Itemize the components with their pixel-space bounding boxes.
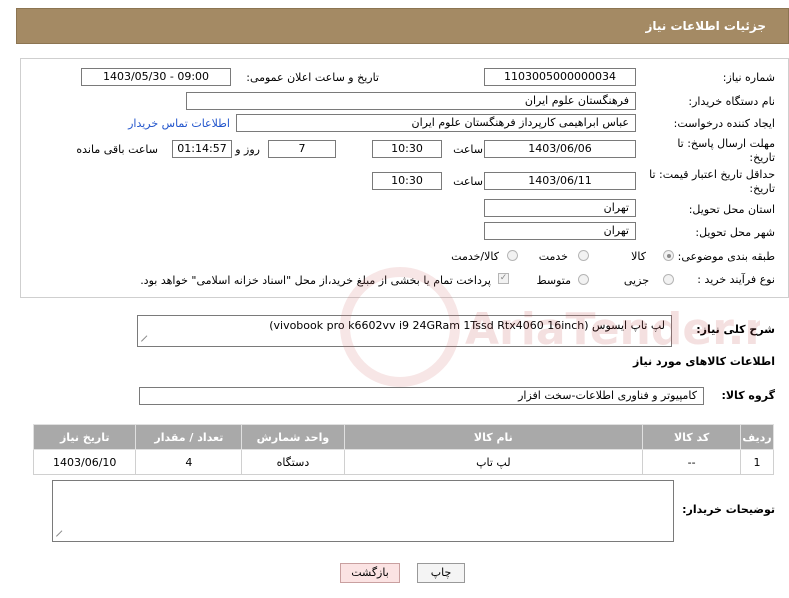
announce-label: تاریخ و ساعت اعلان عمومی: [246,71,379,84]
column-header: تعداد / مقدار [135,424,243,450]
items-section-title: اطلاعات کالاهای مورد نیاز [633,355,775,368]
deadline-hour-label: ساعت [453,143,483,156]
category-radio-goods-service[interactable] [507,250,518,261]
validity-date-field: 1403/06/11 [484,172,636,190]
page-title: جزئیات اطلاعات نیاز [645,19,766,33]
buyer-notes-textarea[interactable] [52,480,674,542]
items-table: ردیف کد کالا نام کالا واحد شمارش تعداد /… [32,424,774,475]
category-radio-service[interactable] [578,250,589,261]
process-radio-medium[interactable] [578,274,589,285]
need-number-field: 1103005000000034 [484,68,636,86]
validity-date-label: تاریخ: [749,182,775,195]
table-cell: 4 [135,449,243,475]
requester-field: عباس ابراهیمی کارپرداز فرهنگستان علوم ای… [236,114,636,132]
page-header: جزئیات اطلاعات نیاز [16,8,789,44]
table-row: 1 -- لپ تاپ دستگاه 4 1403/06/10 [32,449,774,475]
buyer-org-field: فرهنگستان علوم ایران [186,92,636,110]
treasury-note: پرداخت تمام یا بخشی از مبلغ خرید،از محل … [140,274,491,287]
resize-handle[interactable] [141,333,149,341]
province-label: استان محل تحویل: [688,203,775,216]
remaining-label: ساعت باقی مانده [76,143,158,156]
validity-hour-label: ساعت [453,175,483,188]
column-header: واحد شمارش [241,424,345,450]
process-label: نوع فرآیند خرید : [697,273,775,286]
deadline-date-label: تاریخ: [749,151,775,164]
table-cell: -- [642,449,742,475]
process-option-medium: متوسط [536,274,571,287]
city-field: تهران [484,222,636,240]
back-button[interactable]: بازگشت [340,563,400,583]
category-label: طبقه بندی موضوعی: [677,250,775,263]
deadline-label: مهلت ارسال پاسخ: تا [677,137,775,150]
process-radio-minor[interactable] [663,274,674,285]
buyer-notes-label: توضیحات خریدار: [682,503,775,516]
treasury-checkbox[interactable]: ✓ [498,273,509,284]
table-cell: 1 [740,449,774,475]
days-label: روز و [235,143,260,156]
summary-textarea[interactable]: لپ تاپ ایسوس (vivobook pro k6602vv i9 24… [137,315,672,347]
category-radio-goods[interactable] [663,250,674,261]
item-group-field: کامپیوتر و فناوری اطلاعات-سخت افزار [139,387,704,405]
column-header: تاریخ نیاز [32,424,137,450]
category-option-goods-service: کالا/خدمت [451,250,499,263]
buyer-contact-link[interactable]: اطلاعات تماس خریدار [128,117,230,130]
process-option-minor: جزیی [623,274,649,287]
need-number-label: شماره نیاز: [722,71,775,84]
requester-label: ایجاد کننده درخواست: [673,117,775,130]
column-header: ردیف [740,424,774,450]
deadline-time-field: 10:30 [372,140,442,158]
announce-datetime-field: 1403/05/30 - 09:00 [81,68,231,86]
validity-time-field: 10:30 [372,172,442,190]
resize-handle[interactable] [56,528,64,536]
city-label: شهر محل تحویل: [695,226,775,239]
table-cell: لپ تاپ [343,449,644,475]
column-header: کد کالا [642,424,742,450]
table-header-row: ردیف کد کالا نام کالا واحد شمارش تعداد /… [32,424,774,450]
province-field: تهران [484,199,636,217]
print-button[interactable]: چاپ [417,563,465,583]
column-header: نام کالا [343,424,644,450]
summary-label: شرح کلی نیاز: [696,323,775,336]
table-cell: 1403/06/10 [32,449,137,475]
summary-text: لپ تاپ ایسوس (vivobook pro k6602vv i9 24… [269,319,665,332]
item-group-label: گروه کالا: [721,389,775,402]
table-cell: دستگاه [241,449,345,475]
remaining-time-field: 01:14:57 [172,140,232,158]
buyer-org-label: نام دستگاه خریدار: [688,95,775,108]
remaining-days-field: 7 [268,140,336,158]
category-option-service: خدمت [538,250,568,263]
category-option-goods: کالا [631,250,646,263]
validity-label: حداقل تاریخ اعتبار قیمت: تا [649,168,775,181]
deadline-date-field: 1403/06/06 [484,140,636,158]
